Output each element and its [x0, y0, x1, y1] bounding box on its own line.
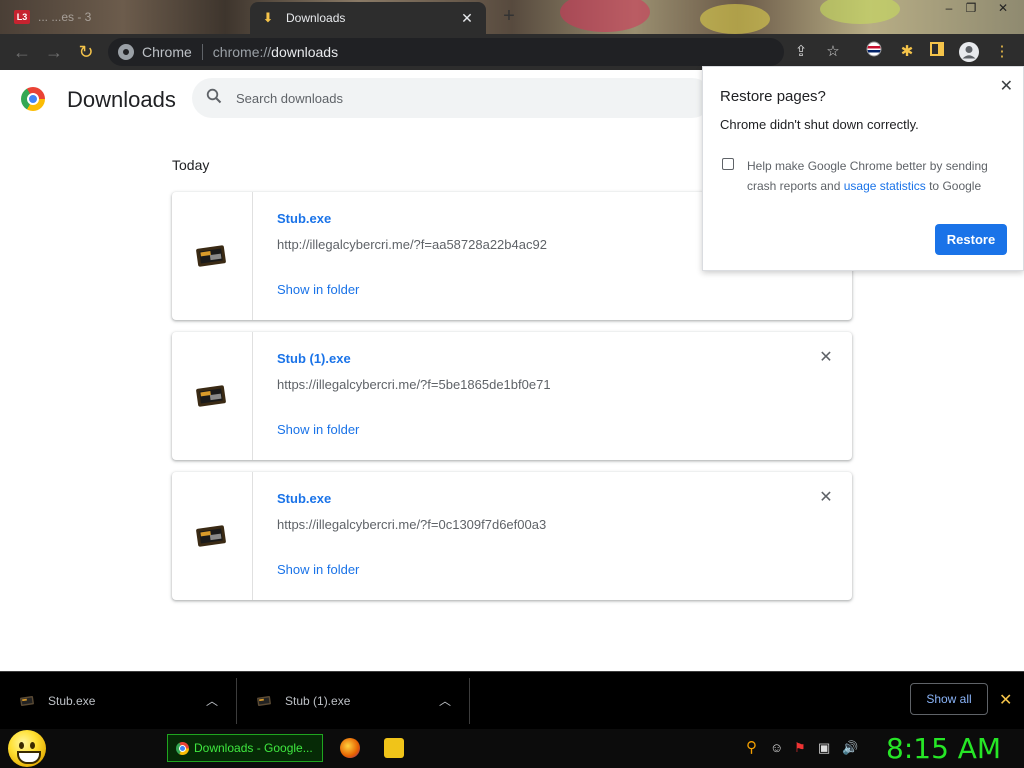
tab-strip: L3 ... ...es - 3 ⬇ Downloads ✕ + – ❐ ✕ — [0, 0, 1024, 34]
site-favicon-icon: L3 — [14, 10, 30, 24]
show-in-folder-link[interactable]: Show in folder — [277, 422, 359, 437]
download-icon: ⬇ — [262, 10, 274, 25]
download-source-url[interactable]: https://illegalcybercri.me/?f=0c1309f7d6… — [277, 517, 546, 532]
firefox-icon[interactable] — [340, 738, 360, 758]
chrome-logo-icon — [176, 741, 189, 755]
profile-icon[interactable] — [958, 41, 980, 63]
remove-download-icon[interactable]: ✕ — [818, 350, 834, 366]
flag-icon[interactable] — [863, 41, 885, 63]
tab-inactive[interactable]: L3 ... ...es - 3 — [14, 6, 91, 28]
url-text[interactable]: chrome://downloads — [213, 44, 338, 60]
reload-button[interactable]: ↻ — [74, 40, 98, 64]
crash-report-checkbox[interactable] — [722, 158, 734, 170]
network-icon[interactable]: ▣ — [818, 740, 830, 756]
taskbar-chrome-window[interactable]: Downloads - Google... — [167, 734, 323, 762]
wallpaper-decoration — [560, 0, 650, 32]
chevron-up-icon[interactable]: ︿ — [439, 692, 451, 709]
executable-file-icon — [257, 696, 271, 706]
download-card: Stub (1).exe https://illegalcybercri.me/… — [172, 332, 852, 460]
download-filename-link[interactable]: Stub.exe — [277, 491, 331, 506]
executable-file-icon — [196, 525, 226, 547]
shelf-divider — [469, 678, 470, 724]
address-separator — [201, 44, 203, 60]
tab-close-icon[interactable]: ✕ — [458, 10, 476, 27]
system-clock[interactable]: 8:15 AM — [886, 732, 1001, 765]
file-icon-column — [172, 192, 253, 320]
page-title: Downloads — [67, 87, 176, 112]
shelf-item-name: Stub.exe — [48, 694, 96, 708]
shelf-item-name: Stub (1).exe — [285, 694, 351, 708]
back-button[interactable]: ← — [10, 40, 34, 64]
minimize-button[interactable]: – — [938, 0, 960, 18]
extensions-icon[interactable]: ✱ — [896, 41, 918, 63]
date-section-heading: Today — [172, 157, 210, 173]
executable-file-icon — [196, 385, 226, 407]
tab-label: ... ...es - 3 — [38, 10, 92, 24]
sidepanel-icon[interactable] — [926, 41, 948, 63]
dialog-title: Restore pages? — [720, 88, 826, 105]
new-tab-button[interactable]: + — [498, 5, 520, 27]
search-icon[interactable] — [206, 88, 226, 109]
taskbar-window-label: Downloads - Google... — [194, 741, 313, 755]
shelf-item[interactable]: Stub (1).exe ︿ — [237, 680, 469, 722]
search-input[interactable] — [236, 90, 676, 106]
download-filename-link[interactable]: Stub (1).exe — [277, 351, 351, 366]
chevron-up-icon[interactable]: ︿ — [206, 692, 218, 709]
download-card: Stub.exe https://illegalcybercri.me/?f=0… — [172, 472, 852, 600]
chrome-site-icon — [118, 44, 134, 60]
download-shelf: Stub.exe ︿ Stub (1).exe ︿ Show all ✕ — [0, 671, 1024, 729]
crash-report-label: Help make Google Chrome better by sendin… — [747, 159, 988, 193]
menu-icon[interactable]: ⋮ — [991, 41, 1013, 63]
address-bar[interactable]: Chrome chrome://downloads — [108, 38, 784, 66]
download-filename-link[interactable]: Stub.exe — [277, 211, 331, 226]
volume-icon[interactable]: 🔊 — [842, 740, 858, 756]
chrome-logo-icon — [21, 87, 45, 111]
forward-button[interactable]: → — [42, 40, 66, 64]
share-icon[interactable]: ⇪ — [790, 41, 812, 63]
tab-downloads[interactable]: ⬇ Downloads ✕ — [250, 2, 486, 34]
restore-button[interactable]: Restore — [935, 224, 1007, 255]
file-icon-column — [172, 332, 253, 460]
action-center-flag-icon[interactable]: ⚑ — [794, 740, 806, 756]
executable-file-icon — [196, 245, 226, 267]
show-all-button[interactable]: Show all — [910, 683, 988, 715]
window-close-button[interactable]: ✕ — [992, 0, 1014, 18]
taskbar: Downloads - Google... ⚲ ☺ ⚑ ▣ 🔊 8:15 AM — [0, 729, 1024, 768]
executable-file-icon — [20, 696, 34, 706]
maximize-button[interactable]: ❐ — [960, 0, 982, 18]
remove-download-icon[interactable]: ✕ — [818, 490, 834, 506]
show-in-folder-link[interactable]: Show in folder — [277, 562, 359, 577]
show-in-folder-link[interactable]: Show in folder — [277, 282, 359, 297]
browser-toolbar: ← → ↻ Chrome chrome://downloads ⇪ ☆ ✱ ⋮ — [0, 34, 1024, 70]
close-shelf-icon[interactable]: ✕ — [999, 690, 1012, 710]
start-button[interactable] — [8, 730, 46, 767]
messenger-icon[interactable]: ☺ — [770, 740, 783, 755]
file-icon-column — [172, 472, 253, 600]
download-source-url[interactable]: https://illegalcybercri.me/?f=5be1865de1… — [277, 377, 551, 392]
dialog-message: Chrome didn't shut down correctly. — [720, 117, 919, 132]
star-icon[interactable]: ☆ — [822, 41, 844, 63]
search-bar[interactable] — [192, 78, 712, 118]
restore-pages-dialog: Restore pages? ✕ Chrome didn't shut down… — [702, 66, 1024, 271]
wallpaper-decoration — [700, 4, 770, 34]
usage-statistics-link[interactable]: usage statistics — [844, 179, 926, 193]
tab-label: Downloads — [286, 11, 346, 25]
close-icon[interactable]: ✕ — [1000, 76, 1013, 96]
search-icon[interactable]: ⚲ — [746, 738, 757, 756]
site-chip[interactable]: Chrome — [142, 44, 192, 60]
shelf-item[interactable]: Stub.exe ︿ — [0, 680, 236, 722]
file-explorer-icon[interactable] — [384, 738, 404, 758]
wallpaper-decoration — [820, 0, 900, 24]
download-source-url[interactable]: http://illegalcybercri.me/?f=aa58728a22b… — [277, 237, 547, 252]
